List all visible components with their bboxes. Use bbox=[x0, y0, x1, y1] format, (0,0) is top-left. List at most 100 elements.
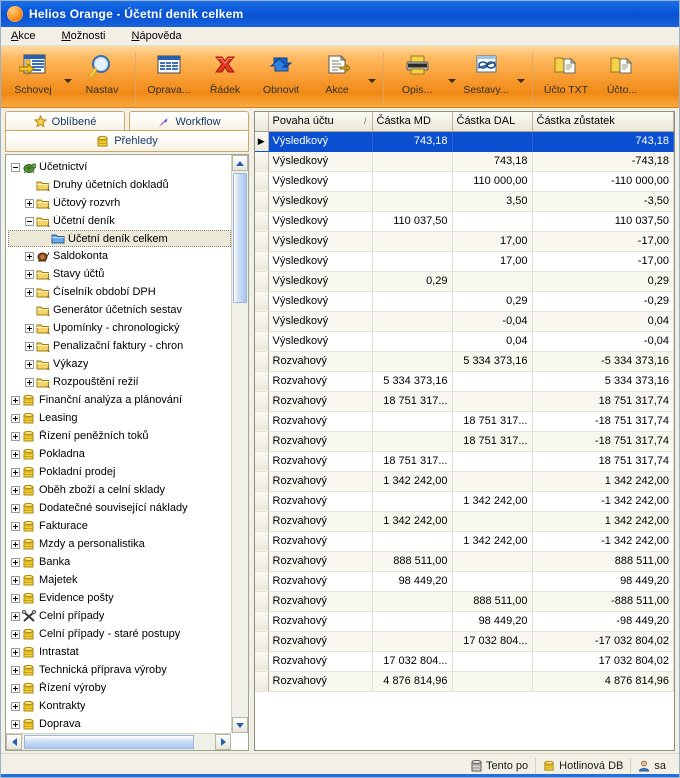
table-row[interactable]: Rozvahový 98 449,20 98 449,20 bbox=[255, 571, 674, 592]
toolbar-button-ucto-txt[interactable]: Účto TXT bbox=[538, 48, 594, 107]
table-row[interactable]: Rozvahový 1 342 242,00 1 342 242,00 bbox=[255, 511, 674, 532]
tree-item[interactable]: Výkazy bbox=[8, 355, 231, 373]
expand-icon[interactable] bbox=[11, 503, 20, 513]
column-header-castka-dal[interactable]: Částka DAL bbox=[452, 112, 533, 132]
vertical-scroll-thumb[interactable] bbox=[233, 173, 247, 303]
table-row[interactable]: Výsledkový 0,29 0,29 bbox=[255, 271, 674, 292]
expand-icon[interactable] bbox=[11, 719, 20, 729]
expand-icon[interactable] bbox=[11, 449, 20, 459]
toolbar-button-oprava[interactable]: Oprava... bbox=[141, 48, 197, 107]
expand-icon[interactable] bbox=[25, 269, 34, 279]
table-row[interactable]: Rozvahový 1 342 242,00 -1 342 242,00 bbox=[255, 531, 674, 552]
tree-item[interactable]: Pokladní prodej bbox=[8, 463, 231, 481]
tree-item[interactable]: Generátor účetních sestav bbox=[8, 301, 231, 319]
toolbar-button-ucto[interactable]: Účto... bbox=[594, 48, 650, 107]
expand-icon[interactable] bbox=[11, 521, 20, 531]
horizontal-scroll-thumb[interactable] bbox=[24, 735, 194, 749]
scroll-right-button[interactable] bbox=[215, 734, 231, 750]
table-row[interactable]: Rozvahový 18 751 317... -18 751 317,74 bbox=[255, 431, 674, 452]
table-row[interactable]: Rozvahový 98 449,20 -98 449,20 bbox=[255, 611, 674, 632]
table-row[interactable]: Rozvahový 1 342 242,00 1 342 242,00 bbox=[255, 471, 674, 492]
tree-item[interactable]: Účtový rozvrh bbox=[8, 194, 231, 212]
expand-icon[interactable] bbox=[25, 287, 34, 297]
expand-icon[interactable] bbox=[11, 575, 20, 585]
expand-icon[interactable] bbox=[11, 539, 20, 549]
tree-item[interactable]: Intrastat bbox=[8, 643, 231, 661]
tree-item-selected[interactable]: Účetní deník celkem bbox=[8, 230, 231, 247]
scroll-up-button[interactable] bbox=[232, 155, 248, 171]
tree-item[interactable]: Technická příprava výroby bbox=[8, 661, 231, 679]
expand-icon[interactable] bbox=[25, 251, 34, 261]
tree-item[interactable]: Majetek bbox=[8, 571, 231, 589]
expand-icon[interactable] bbox=[25, 359, 34, 369]
tree-item[interactable]: Fakturace bbox=[8, 517, 231, 535]
table-row[interactable]: Rozvahový 18 751 317... -18 751 317,74 bbox=[255, 411, 674, 432]
table-row[interactable]: Rozvahový 5 334 373,16 5 334 373,16 bbox=[255, 371, 674, 392]
toolbar-button-sestavy[interactable]: Sestavy... bbox=[458, 48, 514, 107]
expand-icon[interactable] bbox=[11, 557, 20, 567]
scroll-left-button[interactable] bbox=[6, 734, 22, 750]
tree-item[interactable]: Pokladna bbox=[8, 445, 231, 463]
tree-item[interactable]: Celní případy - staré postupy bbox=[8, 625, 231, 643]
table-row[interactable]: Rozvahový 888 511,00 888 511,00 bbox=[255, 551, 674, 572]
status-cell-database[interactable]: Hotlinová DB bbox=[535, 757, 630, 774]
tree-item[interactable]: Oběh zboží a celní sklady bbox=[8, 481, 231, 499]
status-cell-user[interactable]: sa bbox=[630, 757, 673, 774]
expand-icon[interactable] bbox=[25, 377, 34, 387]
collapse-icon[interactable] bbox=[25, 216, 34, 226]
menu-item-akce[interactable]: Akce bbox=[9, 29, 45, 43]
toolbar-button-radek[interactable]: Řádek bbox=[197, 48, 253, 107]
tree-item[interactable]: Účetní deník bbox=[8, 212, 231, 230]
tree-item[interactable]: Upomínky - chronologický bbox=[8, 319, 231, 337]
status-cell-connection[interactable]: Tento po bbox=[464, 758, 535, 774]
scroll-down-button[interactable] bbox=[232, 717, 248, 733]
column-header-castka-md[interactable]: Částka MD bbox=[372, 112, 453, 132]
expand-icon[interactable] bbox=[25, 198, 34, 208]
toolbar-dropdown-akce[interactable] bbox=[365, 48, 378, 107]
tree-item[interactable]: Druhy účetních dokladů bbox=[8, 176, 231, 194]
table-row[interactable]: Výsledkový 110 000,00 -110 000,00 bbox=[255, 171, 674, 192]
toolbar-button-opis[interactable]: Opis... bbox=[389, 48, 445, 107]
table-row[interactable]: Rozvahový 888 511,00 -888 511,00 bbox=[255, 591, 674, 612]
tree-horizontal-scrollbar[interactable] bbox=[6, 733, 231, 750]
tree-item[interactable]: Penalizační faktury - chron bbox=[8, 337, 231, 355]
table-row[interactable]: Výsledkový 0,29 -0,29 bbox=[255, 291, 674, 312]
tab-workflow[interactable]: Workflow bbox=[129, 111, 249, 131]
tree-item[interactable]: Stavy účtů bbox=[8, 265, 231, 283]
tree-item[interactable]: Finanční analýza a plánování bbox=[8, 391, 231, 409]
column-header-povaha-uctu[interactable]: Povaha účtu / bbox=[268, 112, 373, 132]
expand-icon[interactable] bbox=[11, 629, 20, 639]
table-row[interactable]: Rozvahový 17 032 804... 17 032 804,02 bbox=[255, 651, 674, 672]
tree-item[interactable]: Řízení výroby bbox=[8, 679, 231, 697]
tree-item[interactable]: Banka bbox=[8, 553, 231, 571]
toolbar-button-nastav[interactable]: Nastav bbox=[74, 48, 130, 107]
expand-icon[interactable] bbox=[11, 395, 20, 405]
tab-oblibene[interactable]: Oblíbené bbox=[5, 111, 125, 131]
expand-icon[interactable] bbox=[25, 341, 34, 351]
table-row[interactable]: Výsledkový 3,50 -3,50 bbox=[255, 191, 674, 212]
tree-item[interactable]: Doprava bbox=[8, 715, 231, 733]
collapse-icon[interactable] bbox=[11, 162, 20, 172]
toolbar-button-schovej[interactable]: Schovej bbox=[5, 48, 61, 107]
table-row[interactable]: Výsledkový 743,18 -743,18 bbox=[255, 151, 674, 172]
tree-item[interactable]: Číselník období DPH bbox=[8, 283, 231, 301]
expand-icon[interactable] bbox=[25, 323, 34, 333]
tree-item[interactable]: Účetnictví bbox=[8, 158, 231, 176]
tree-item[interactable]: Kontrakty bbox=[8, 697, 231, 715]
tree-item[interactable]: Mzdy a personalistika bbox=[8, 535, 231, 553]
tree-item[interactable]: Řízení peněžních toků bbox=[8, 427, 231, 445]
expand-icon[interactable] bbox=[11, 701, 20, 711]
expand-icon[interactable] bbox=[11, 431, 20, 441]
column-header-castka-zustatek[interactable]: Částka zůstatek bbox=[532, 112, 674, 132]
expand-icon[interactable] bbox=[11, 593, 20, 603]
menu-item-napoveda[interactable]: Nápověda bbox=[130, 29, 192, 43]
toolbar-dropdown-opis[interactable] bbox=[445, 48, 458, 107]
expand-icon[interactable] bbox=[11, 647, 20, 657]
tree-item[interactable]: Rozpouštění režií bbox=[8, 373, 231, 391]
table-row[interactable]: Výsledkový 17,00 -17,00 bbox=[255, 231, 674, 252]
table-row[interactable]: Rozvahový 18 751 317... 18 751 317,74 bbox=[255, 391, 674, 412]
tree-item[interactable]: Saldokonta bbox=[8, 247, 231, 265]
tree-item[interactable]: Celní případy bbox=[8, 607, 231, 625]
expand-icon[interactable] bbox=[11, 413, 20, 423]
table-row[interactable]: Rozvahový 4 876 814,96 4 876 814,96 bbox=[255, 671, 674, 692]
